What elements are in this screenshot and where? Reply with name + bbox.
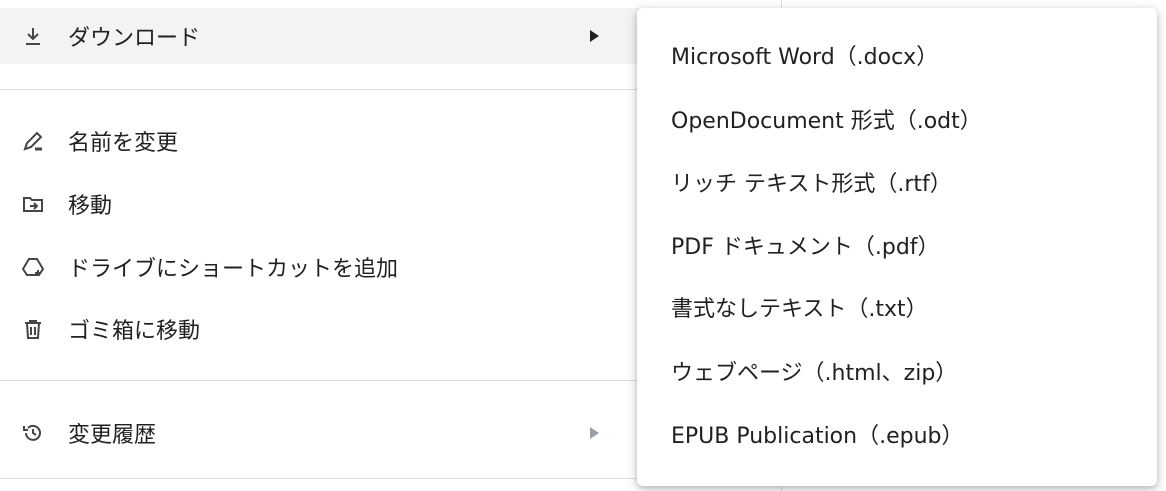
download-submenu: Microsoft Word（.docx） OpenDocument 形式（.o… xyxy=(637,8,1157,486)
menu-item-download[interactable]: ダウンロード xyxy=(0,8,640,64)
download-option-rtf[interactable]: リッチ テキスト形式（.rtf） xyxy=(637,153,1157,211)
menu-item-download-label: ダウンロード xyxy=(68,26,201,51)
menu-item-add-shortcut-label: ドライブにショートカットを追加 xyxy=(68,257,399,282)
download-option-txt[interactable]: 書式なしテキスト（.txt） xyxy=(637,278,1157,336)
submenu-arrow-icon xyxy=(590,30,599,42)
download-option-epub[interactable]: EPUB Publication（.epub） xyxy=(637,405,1157,463)
add-shortcut-drive-icon xyxy=(20,254,46,280)
menu-item-history-label: 変更履歴 xyxy=(68,423,157,448)
submenu-arrow-icon xyxy=(590,427,599,439)
menu-item-history[interactable]: 変更履歴 xyxy=(0,405,640,461)
download-icon xyxy=(20,23,46,49)
trash-icon xyxy=(20,316,46,342)
history-icon xyxy=(20,420,46,446)
download-option-odt[interactable]: OpenDocument 形式（.odt） xyxy=(637,90,1157,148)
menu-item-add-shortcut[interactable]: ドライブにショートカットを追加 xyxy=(0,239,640,295)
menu-item-trash[interactable]: ゴミ箱に移動 xyxy=(0,301,640,357)
menu-item-rename-label: 名前を変更 xyxy=(68,131,179,156)
download-option-html-zip[interactable]: ウェブページ（.html、zip） xyxy=(637,342,1157,400)
docs-menu-screenshot: ダウンロード 名前を変更 移動 ドライブにショートカットを追加 ゴミ箱に移動 変… xyxy=(0,0,1166,491)
menu-item-move[interactable]: 移動 xyxy=(0,176,640,232)
download-option-pdf[interactable]: PDF ドキュメント（.pdf） xyxy=(637,216,1157,274)
menu-item-move-label: 移動 xyxy=(68,194,113,219)
move-folder-icon xyxy=(20,191,46,217)
rename-icon xyxy=(20,128,46,154)
download-option-docx[interactable]: Microsoft Word（.docx） xyxy=(637,26,1157,84)
menu-item-trash-label: ゴミ箱に移動 xyxy=(68,319,201,344)
menu-item-rename[interactable]: 名前を変更 xyxy=(0,113,640,169)
